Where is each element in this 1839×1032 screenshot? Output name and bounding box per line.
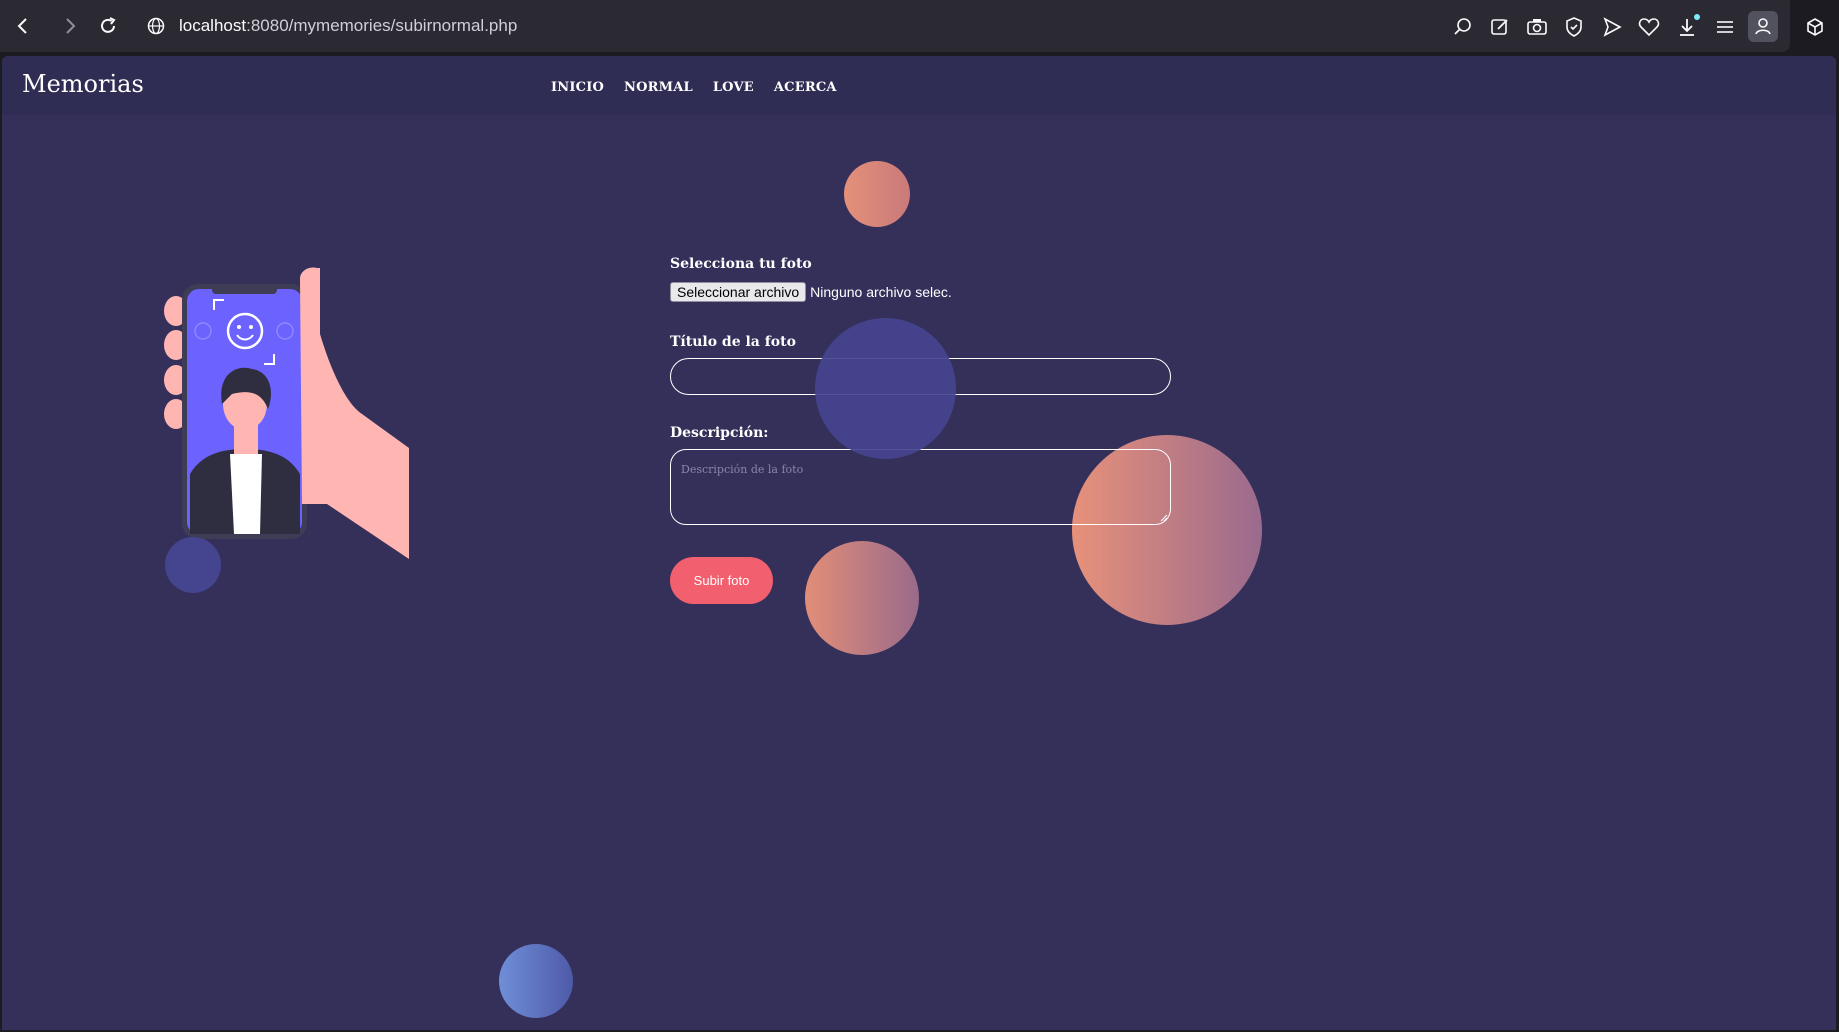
screenshot-icon[interactable] [1524,14,1550,40]
site-menu: INICIO NORMAL LOVE ACERCA [551,80,837,95]
file-picker: Seleccionar archivo Ninguno archivo sele… [670,282,1170,302]
description-placeholder: Descripción de la foto [681,463,804,476]
menu-icon[interactable] [1712,14,1738,40]
globe-icon [145,15,167,37]
send-icon[interactable] [1599,14,1625,40]
url-host: localhost [179,16,247,35]
browser-toolbar: localhost:8080/mymemories/subirnormal.ph… [0,0,1790,52]
reload-icon[interactable] [96,14,120,38]
download-icon[interactable] [1675,14,1701,40]
url-bar[interactable]: localhost:8080/mymemories/subirnormal.ph… [179,16,517,36]
nav-link-love[interactable]: LOVE [713,80,754,95]
nav-link-normal[interactable]: NORMAL [624,80,693,95]
site-brand[interactable]: Memorias [22,70,144,98]
browser-chrome: localhost:8080/mymemories/subirnormal.ph… [0,0,1839,54]
site-navbar: Memorias INICIO NORMAL LOVE ACERCA [2,56,1836,115]
back-icon[interactable] [11,14,35,38]
bubble-peach-top [844,161,910,227]
page: Memorias INICIO NORMAL LOVE ACERCA Selec… [2,56,1836,1030]
submit-button[interactable]: Subir foto [670,557,773,604]
heart-icon[interactable] [1636,14,1662,40]
file-status: Ninguno archivo selec. [810,284,952,300]
url-path: :8080/mymemories/subirnormal.php [246,16,518,35]
photo-label: Selecciona tu foto [670,256,812,272]
bubble-blue-center [815,318,956,459]
nav-link-inicio[interactable]: INICIO [551,80,604,95]
shield-icon[interactable] [1561,14,1587,40]
description-textarea[interactable]: Descripción de la foto [670,449,1171,525]
account-icon[interactable] [1748,11,1778,42]
find-icon[interactable] [1450,14,1476,40]
resize-grip-icon[interactable] [1160,514,1168,522]
select-file-button[interactable]: Seleccionar archivo [670,282,807,302]
extensions-icon[interactable] [1800,12,1830,42]
forward-icon[interactable] [58,14,82,38]
bubble-blue-left [165,537,221,593]
edit-icon[interactable] [1487,14,1513,40]
phone-illustration [162,204,437,564]
bubble-blue-bottom [499,944,573,1018]
nav-link-acerca[interactable]: ACERCA [774,80,837,95]
